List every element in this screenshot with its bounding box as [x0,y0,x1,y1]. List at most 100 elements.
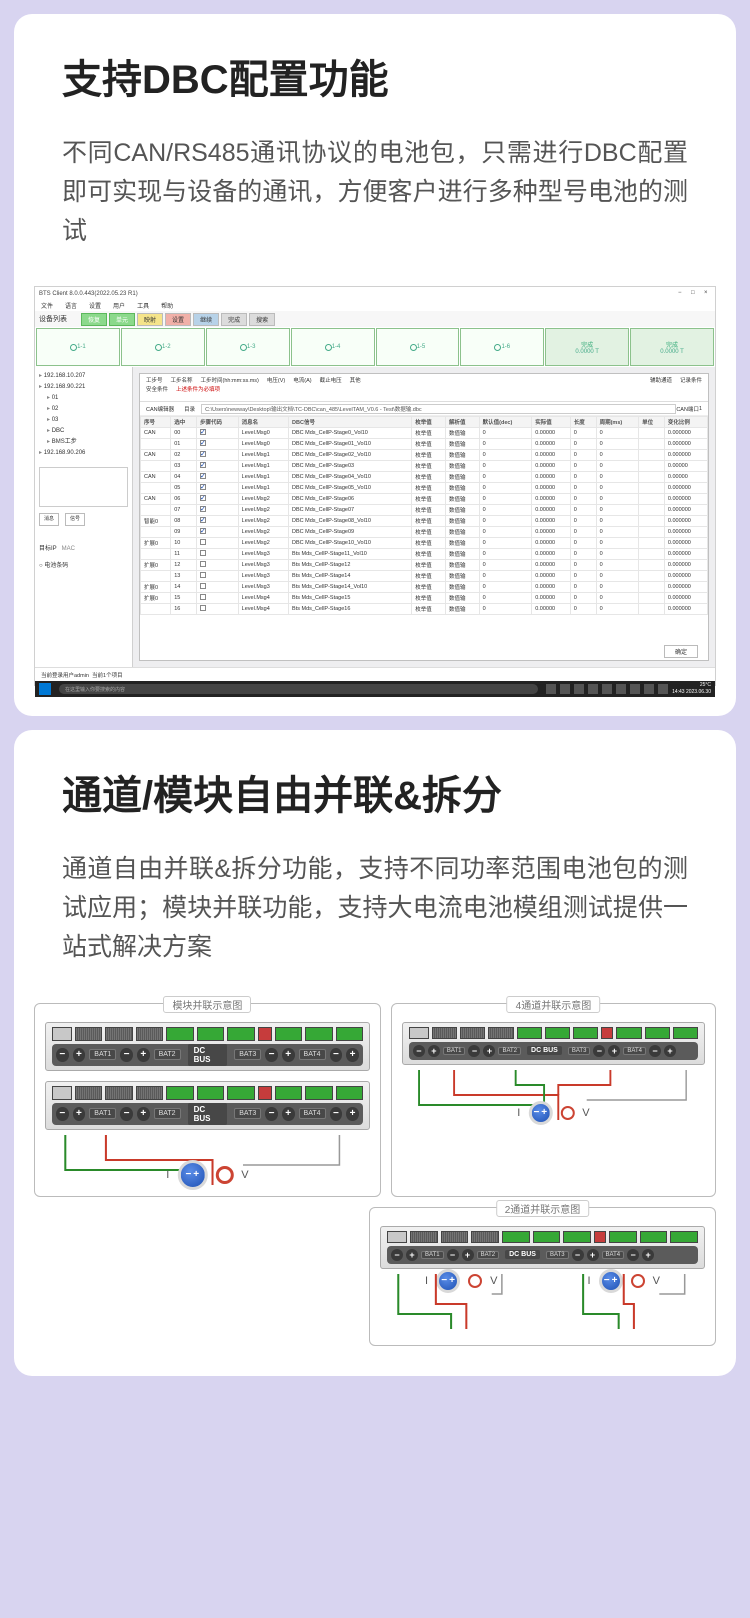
dcbus-label: DC BUS [188,1044,228,1066]
task-icon[interactable] [616,684,626,694]
channel-cell-done[interactable]: 0.0000 T [630,328,714,366]
channel-cell[interactable]: 1-6 [460,328,544,366]
toolbar-button[interactable]: 映射 [137,313,163,326]
menu-item[interactable]: 语言 [65,301,77,310]
channel-cell[interactable]: 1-4 [291,328,375,366]
table-row[interactable]: 13Level.Msg3Bts Mds_CellP-Stage14枚举值数值输0… [141,571,708,582]
table-row[interactable]: 09Level.Msg2DBC Mds_CellP-Stage09枚举值数值输0… [141,527,708,538]
table-header: 默认值(dec) [479,417,532,428]
status-right: 当前1个项目 [92,671,123,679]
window-controls: − □ × [678,290,711,297]
panel-2ch-parallel: 2通道并联示意图 − + BAT1 − + BAT2 DC BUS BAT3 −… [369,1207,716,1346]
toolbar-button[interactable]: 恢复 [81,313,107,326]
task-icon[interactable] [644,684,654,694]
menu-item[interactable]: 工具 [137,301,149,310]
table-row[interactable]: 扩展012Level.Msg3Bts Mds_CellP-Stage12枚举值数… [141,560,708,571]
table-header: 变化比例 [664,417,707,428]
task-icon[interactable] [630,684,640,694]
tree-item[interactable]: 03 [47,415,128,426]
toolbar-button[interactable]: 完成 [221,313,247,326]
table-row[interactable]: CAN02Level.Msg1DBC Mds_CellP-Stage02_Vol… [141,450,708,461]
tree-item[interactable]: 192.168.90.221 [39,382,128,393]
panel-title: 2通道并联示意图 [496,1200,590,1217]
table-header: 序号 [141,417,171,428]
table-row[interactable]: 16Level.Msg4Bts Mds_CellP-Stage16枚举值数值输0… [141,604,708,615]
tree-item[interactable]: 192.168.90.206 [39,448,128,459]
tree-item[interactable]: 192.168.10.207 [39,371,128,382]
task-icon[interactable] [546,684,556,694]
tree-item[interactable]: 01 [47,393,128,404]
menu-item[interactable]: 文件 [41,301,53,310]
maximize-icon[interactable]: □ [691,290,698,297]
table-row[interactable]: 智能008Level.Msg2DBC Mds_CellP-Stage08_Vol… [141,516,708,527]
menu-item[interactable]: 设置 [89,301,101,310]
menu-item[interactable]: 帮助 [161,301,173,310]
dialog-header: 工步号 工步名称 工步时间(hh:mm:ss.ms) 电压(V) 电流(A) 截… [140,374,708,402]
search-input[interactable]: 在这里输入你要搜索的内容 [59,684,538,694]
tree-item[interactable]: 02 [47,404,128,415]
dbc-dialog: 工步号 工步名称 工步时间(hh:mm:ss.ms) 电压(V) 电流(A) 截… [139,373,709,661]
toolbar-button[interactable]: 搜索 [249,313,275,326]
rack: − + BAT1 − + BAT2 DC BUS BAT3 − + BAT4 −… [45,1022,370,1071]
channel-cell[interactable]: 1-5 [376,328,460,366]
table-row[interactable]: 11Level.Msg3Bts Mds_CellP-Stage11_Vol10枚… [141,549,708,560]
batbar: − + BAT1 − + BAT2 DC BUS BAT3 − + BAT4 −… [52,1044,363,1066]
batbar: − + BAT1 − + BAT2 DC BUS BAT3 − + BAT4 −… [387,1246,698,1264]
panel-title: 4通道并联示意图 [507,996,601,1013]
toolbar-button[interactable]: 设置 [165,313,191,326]
task-icon[interactable] [658,684,668,694]
channel-cell-done[interactable]: 0.0000 T [545,328,629,366]
menu-item[interactable]: 用户 [113,301,125,310]
table-row[interactable]: 03Level.Msg1DBC Mds_CellP-Stage03枚举值数值输0… [141,461,708,472]
panel-module-parallel: 模块并联示意图 − + BAT1 − + BAT2 DC BUS BAT3 − … [34,1003,381,1197]
minimize-icon[interactable]: − [678,290,685,297]
table-row[interactable]: 05Level.Msg1DBC Mds_CellP-Stage05_Vol10枚… [141,483,708,494]
titlebar: BTS Client 8.0.0.443(2022.05.23 R1) − □ … [35,287,715,300]
tree-tab[interactable]: 目标IP [39,546,57,552]
dbc-table: 序号选中步骤代码消息名DBC信号枚举值解析值默认值(dec)实际值长度周期(ms… [140,416,708,642]
tree-item[interactable]: BMS工步 [47,437,128,448]
rack: − + BAT1 − + BAT2 DC BUS BAT3 − + BAT4 −… [402,1022,705,1065]
table-header: 周期(ms) [596,417,638,428]
ok-button[interactable]: 确定 [664,645,698,658]
table-row[interactable]: 07Level.Msg2DBC Mds_CellP-Stage07枚举值数值输0… [141,505,708,516]
task-icon[interactable] [574,684,584,694]
menubar: 文件 语言 设置 用户 工具 帮助 [35,300,715,311]
probe-i-label: I [166,1169,169,1181]
probe-disk-icon: −+ [177,1160,207,1190]
channel-cell[interactable]: 1-1 [36,328,120,366]
close-icon[interactable]: × [704,290,711,297]
statusbar: 当前登录用户admin 当前1个项目 [35,667,715,681]
app-title: BTS Client 8.0.0.443(2022.05.23 R1) [39,291,138,297]
task-icon[interactable] [560,684,570,694]
section-dbc: 支持DBC配置功能 不同CAN/RS485通讯协议的电池包，只需进行DBC配置即… [14,14,736,716]
tree-panel [39,467,128,507]
channel-cell[interactable]: 1-3 [206,328,290,366]
device-tree: 192.168.10.207 192.168.90.221 01 02 03 D… [35,367,133,667]
tree-item[interactable]: DBC [47,426,128,437]
toolbar-button[interactable]: 单元 [109,313,135,326]
radio-barcode[interactable]: 电池条码 [44,563,68,569]
table-row[interactable]: CAN00Level.Msg0DBC Mds_CellP-Stage0_Vol1… [141,428,708,439]
wires-icon [380,1269,705,1339]
probe: I −+ V [166,1160,248,1190]
table-row[interactable]: 扩展014Level.Msg3Bts Mds_CellP-Stage14_Vol… [141,582,708,593]
toolbar-button[interactable]: 继续 [193,313,219,326]
table-row[interactable]: CAN06Level.Msg2DBC Mds_CellP-Stage06枚举值数… [141,494,708,505]
signal-button[interactable]: 信号 [65,513,85,526]
side-label: 设备列表 [39,314,67,324]
toolbar: 设备列表 恢复 单元 映射 设置 继续 完成 搜索 [35,311,715,327]
table-row[interactable]: 扩展015Level.Msg4Bts Mds_CellP-Stage15枚举值数… [141,593,708,604]
table-header: 实际值 [532,417,571,428]
task-icon[interactable] [588,684,598,694]
table-row[interactable]: 扩展010Level.Msg2DBC Mds_CellP-Stage10_Vol… [141,538,708,549]
task-icon[interactable] [602,684,612,694]
msg-button[interactable]: 消息 [39,513,59,526]
section2-title: 通道/模块自由并联&拆分 [62,770,688,822]
start-icon[interactable] [39,683,51,695]
table-row[interactable]: CAN04Level.Msg1DBC Mds_CellP-Stage04_Vol… [141,472,708,483]
path-input[interactable]: C:\Users\newway\Desktop\输出文档\TC-DBC\can_… [201,404,676,414]
table-row[interactable]: 01Level.Msg0DBC Mds_CellP-Stage01_Vol10枚… [141,439,708,450]
probe-ring-icon [215,1166,233,1184]
channel-cell[interactable]: 1-2 [121,328,205,366]
